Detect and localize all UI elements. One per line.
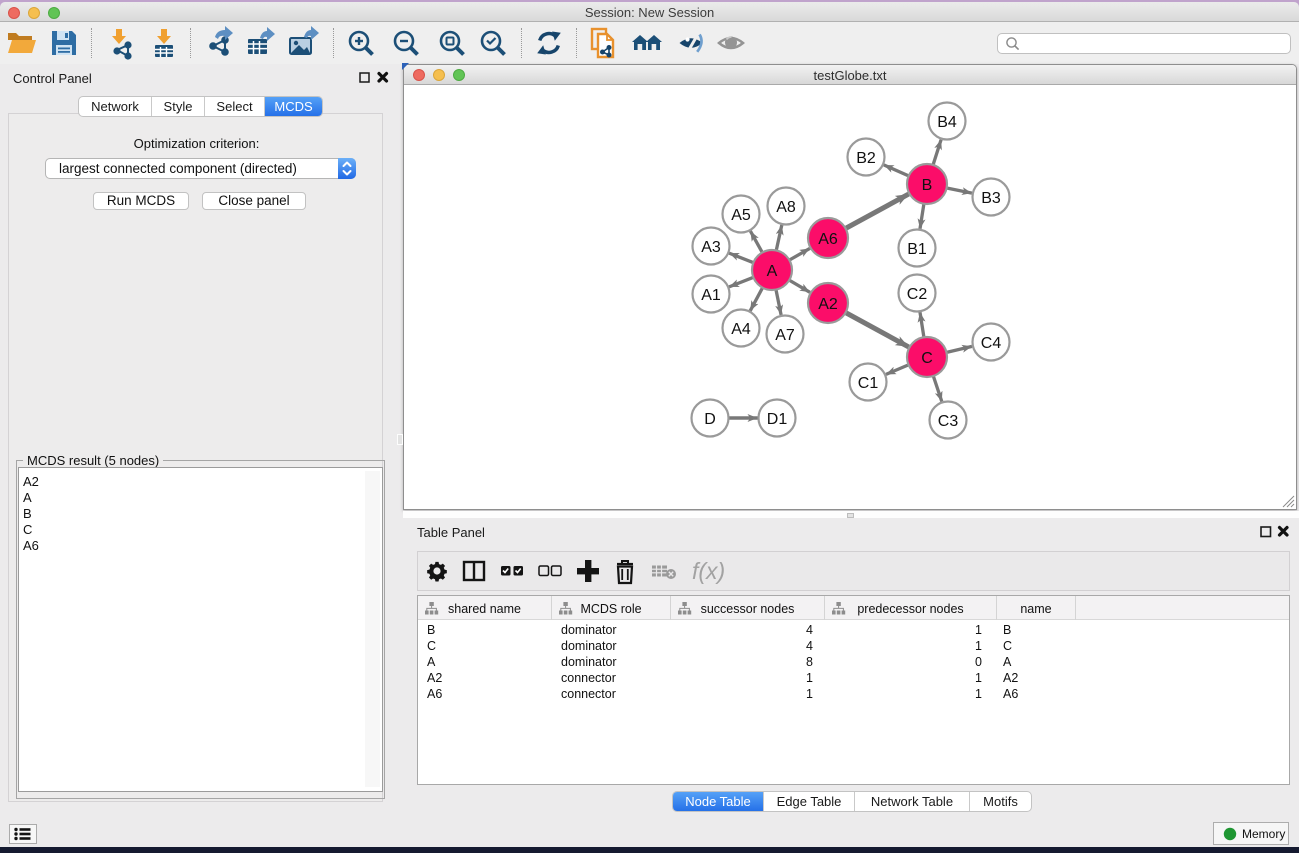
svg-text:A3: A3 xyxy=(701,239,721,256)
svg-text:A7: A7 xyxy=(775,327,795,344)
svg-text:D1: D1 xyxy=(767,411,788,428)
svg-text:B2: B2 xyxy=(856,150,876,167)
svg-text:B4: B4 xyxy=(937,114,957,131)
svg-text:B: B xyxy=(922,177,933,194)
svg-text:f(x): f(x) xyxy=(692,558,725,584)
svg-text:A4: A4 xyxy=(731,321,751,338)
svg-text:C: C xyxy=(921,350,933,367)
svg-text:C1: C1 xyxy=(858,375,879,392)
svg-text:C4: C4 xyxy=(981,335,1002,352)
svg-text:A1: A1 xyxy=(701,287,721,304)
svg-text:C2: C2 xyxy=(907,286,928,303)
svg-text:B1: B1 xyxy=(907,241,927,258)
svg-text:A5: A5 xyxy=(731,207,751,224)
svg-text:A8: A8 xyxy=(776,199,796,216)
svg-text:A6: A6 xyxy=(818,231,838,248)
svg-text:C3: C3 xyxy=(938,413,959,430)
svg-text:A: A xyxy=(767,263,778,280)
svg-text:A2: A2 xyxy=(818,296,838,313)
svg-text:B3: B3 xyxy=(981,190,1001,207)
svg-text:D: D xyxy=(704,411,716,428)
